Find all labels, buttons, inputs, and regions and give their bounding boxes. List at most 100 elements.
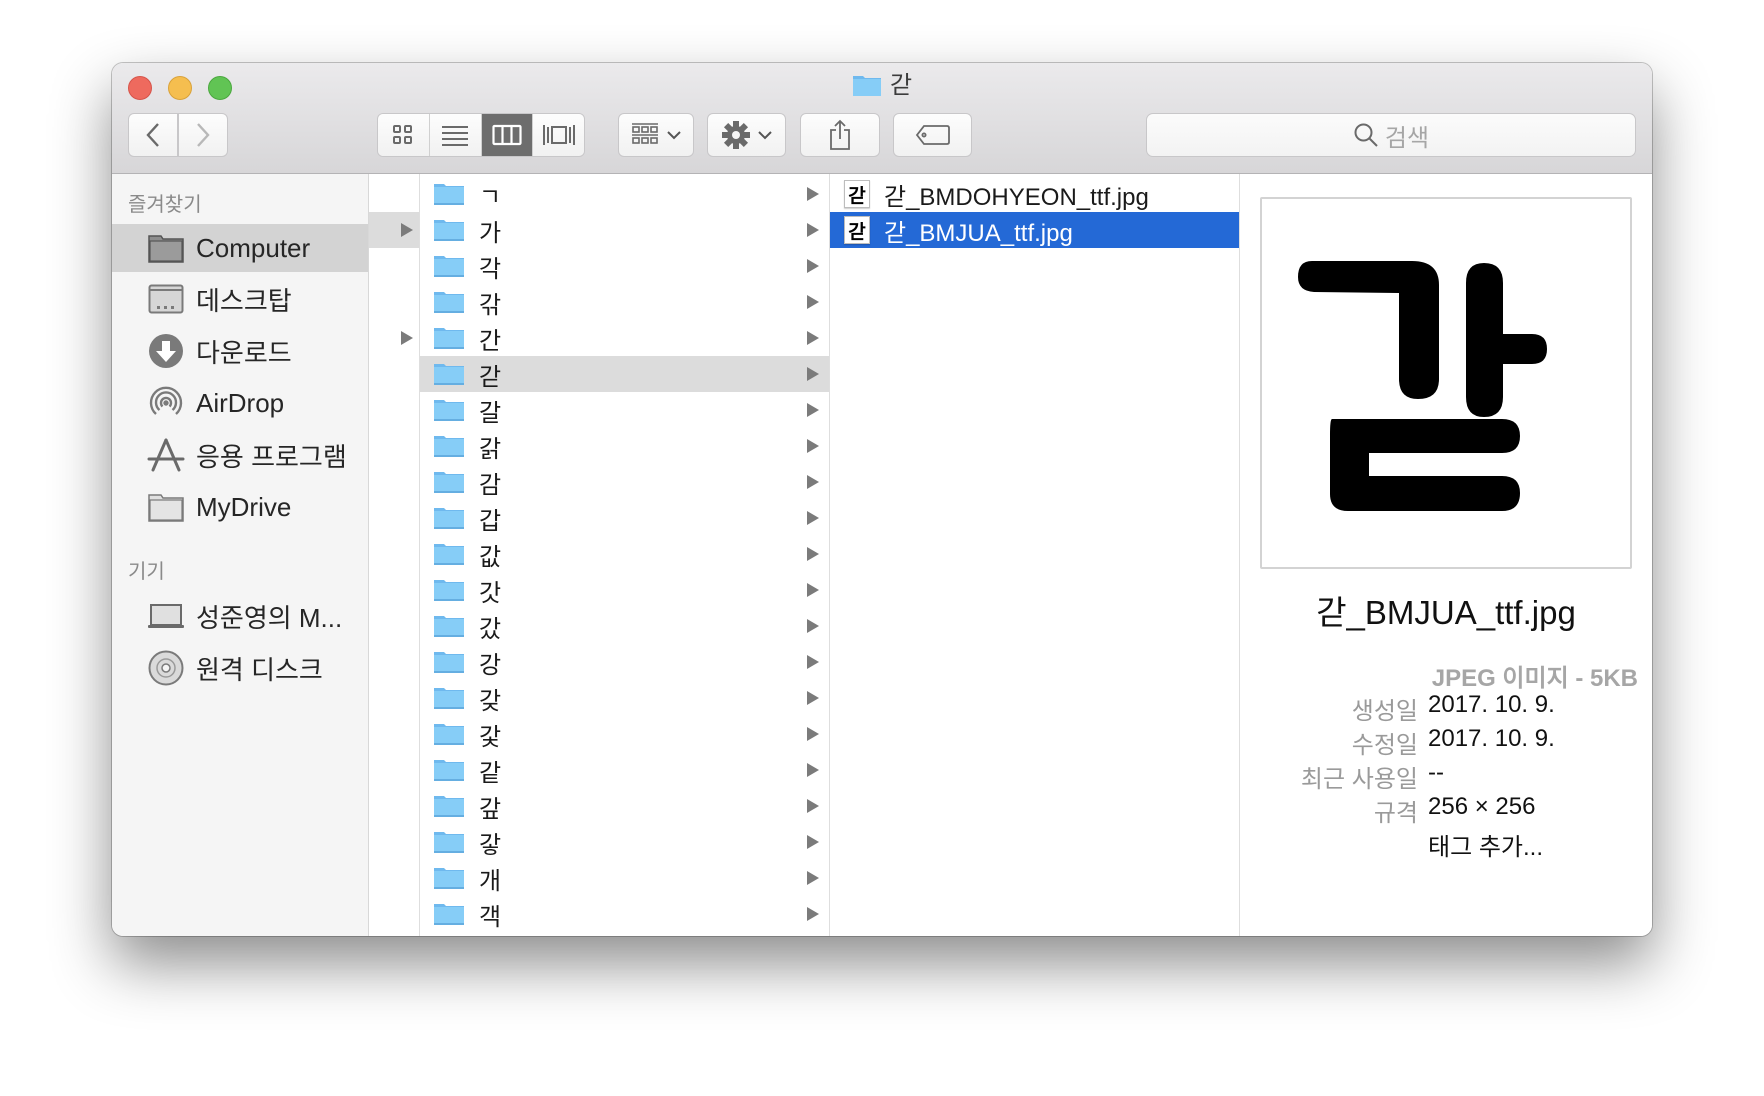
folder-icon xyxy=(434,832,464,853)
disclosure-arrow-icon xyxy=(807,187,819,201)
folder-name: 갑 xyxy=(479,507,502,535)
sidebar-item-label: 응용 프로그램 xyxy=(196,441,347,472)
folder-name: 감 xyxy=(479,471,502,499)
sidebar-item-airdrop[interactable]: AirDrop xyxy=(112,379,368,427)
folder-icon xyxy=(434,652,464,673)
folder-name: 갇 xyxy=(479,363,502,391)
folder-row[interactable]: 갇 xyxy=(420,356,829,392)
file-name: 갇_BMJUA_ttf.jpg xyxy=(884,219,1073,247)
folder-row[interactable]: 값 xyxy=(420,536,829,572)
column-parent xyxy=(369,174,420,936)
folder-row[interactable]: 갗 xyxy=(420,716,829,752)
folder-row[interactable]: 가 xyxy=(420,212,829,248)
folder-row[interactable]: 갑 xyxy=(420,500,829,536)
folder-row[interactable]: 갛 xyxy=(420,824,829,860)
icon-view-button[interactable] xyxy=(378,114,430,156)
cover-flow-view-button[interactable] xyxy=(533,114,584,156)
folder-row[interactable]: 같 xyxy=(420,752,829,788)
folder-name: 각 xyxy=(479,255,502,283)
folder-icon xyxy=(434,580,464,601)
file-row-selected[interactable]: 갇 갇_BMJUA_ttf.jpg xyxy=(830,212,1239,248)
list-view-button[interactable] xyxy=(429,114,482,156)
meta-value: 256 × 256 xyxy=(1428,793,1536,820)
sidebar-item-mydrive[interactable]: MyDrive xyxy=(112,483,368,531)
folder-icon xyxy=(434,292,464,313)
sidebar-item-label: 다운로드 xyxy=(196,337,292,368)
list-icon xyxy=(442,126,469,146)
folder-icon xyxy=(434,508,464,529)
folder-row[interactable]: 갔 xyxy=(420,608,829,644)
folder-name: ㄱ xyxy=(479,183,502,211)
search-field[interactable]: 검색 xyxy=(1146,113,1636,157)
view-mode-control xyxy=(377,113,585,157)
folder-name: 갖 xyxy=(479,687,502,715)
column-folders: ㄱ가각갂간갇갈갉감갑값갓갔강갖갗같갚갛개객 xyxy=(420,174,830,936)
disclosure-arrow-icon xyxy=(807,871,819,885)
sidebar-item-downloads[interactable]: 다운로드 xyxy=(112,327,368,375)
gear-icon xyxy=(721,121,750,149)
sidebar-item-label: Computer xyxy=(196,232,311,263)
sidebar-item-desktop[interactable]: 데스크탑 xyxy=(112,275,368,323)
applications-icon xyxy=(146,435,186,475)
window-title-text: 갇 xyxy=(889,72,913,99)
folder-icon xyxy=(852,76,881,96)
column-view-button[interactable] xyxy=(481,114,534,156)
columns-icon xyxy=(492,124,522,146)
folder-row[interactable]: 간 xyxy=(420,320,829,356)
folder-row[interactable]: 갓 xyxy=(420,572,829,608)
folder-row[interactable]: ㄱ xyxy=(420,176,829,212)
file-row[interactable]: 갇 갇_BMDOHYEON_ttf.jpg xyxy=(830,176,1239,212)
parent-row[interactable] xyxy=(369,320,419,356)
folder-row[interactable]: 각 xyxy=(420,248,829,284)
folder-row[interactable]: 갖 xyxy=(420,680,829,716)
disclosure-arrow-icon xyxy=(807,259,819,273)
image-thumbnail-icon: 갇 xyxy=(844,180,870,208)
share-button[interactable] xyxy=(800,113,880,157)
arrange-grid-icon xyxy=(632,123,658,144)
folder-icon xyxy=(434,616,464,637)
grid-icon xyxy=(393,125,413,144)
parent-row-selected[interactable] xyxy=(369,212,419,248)
download-icon xyxy=(146,331,186,371)
folder-icon xyxy=(434,472,464,493)
add-tags-link[interactable]: 태그 추가... xyxy=(1428,827,1543,862)
folder-row[interactable]: 객 xyxy=(420,896,829,932)
folder-name: 갔 xyxy=(479,615,502,643)
sidebar-item-computer[interactable]: Computer xyxy=(112,224,368,272)
back-button[interactable] xyxy=(128,113,178,157)
desktop-icon xyxy=(146,279,186,319)
tag-icon xyxy=(915,125,950,145)
meta-key: 최근 사용일 xyxy=(1300,766,1418,793)
preview-pane: 갇_BMJUA_ttf.jpg JPEG 이미지 - 5KB 생성일 2017.… xyxy=(1240,174,1652,936)
folder-name: 갈 xyxy=(479,399,502,427)
arrange-button[interactable] xyxy=(618,113,694,157)
sidebar-item-label: MyDrive xyxy=(196,491,292,522)
sidebar-item-remote-disc[interactable]: 원격 디스크 xyxy=(112,644,368,692)
forward-button[interactable] xyxy=(178,113,228,157)
action-button[interactable] xyxy=(707,113,786,157)
folder-row[interactable]: 갚 xyxy=(420,788,829,824)
folder-name: 갓 xyxy=(479,579,502,607)
meta-value: 2017. 10. 9. xyxy=(1428,691,1555,718)
meta-key: 수정일 xyxy=(1351,732,1418,759)
image-preview[interactable] xyxy=(1260,197,1632,569)
devices-header: 기기 xyxy=(128,561,165,583)
folder-icon xyxy=(434,724,464,745)
preview-kind: JPEG 이미지 - 5KB xyxy=(1431,665,1638,692)
chevron-down-icon xyxy=(757,131,772,140)
sidebar-item-label: 원격 디스크 xyxy=(196,654,323,685)
file-name: 갇_BMDOHYEON_ttf.jpg xyxy=(884,183,1149,211)
folder-row[interactable]: 갉 xyxy=(420,428,829,464)
folder-row[interactable]: 강 xyxy=(420,644,829,680)
tag-button[interactable] xyxy=(893,113,972,157)
disclosure-arrow-icon xyxy=(807,763,819,777)
folder-row[interactable]: 감 xyxy=(420,464,829,500)
chevron-right-icon xyxy=(197,123,210,147)
folder-row[interactable]: 갈 xyxy=(420,392,829,428)
sidebar-item-applications[interactable]: 응용 프로그램 xyxy=(112,431,368,479)
folder-row[interactable]: 갂 xyxy=(420,284,829,320)
sidebar-item-macbook[interactable]: 성준영의 M... xyxy=(112,592,368,640)
meta-value: -- xyxy=(1428,759,1444,786)
folder-name: 강 xyxy=(479,651,502,679)
folder-row[interactable]: 개 xyxy=(420,860,829,896)
